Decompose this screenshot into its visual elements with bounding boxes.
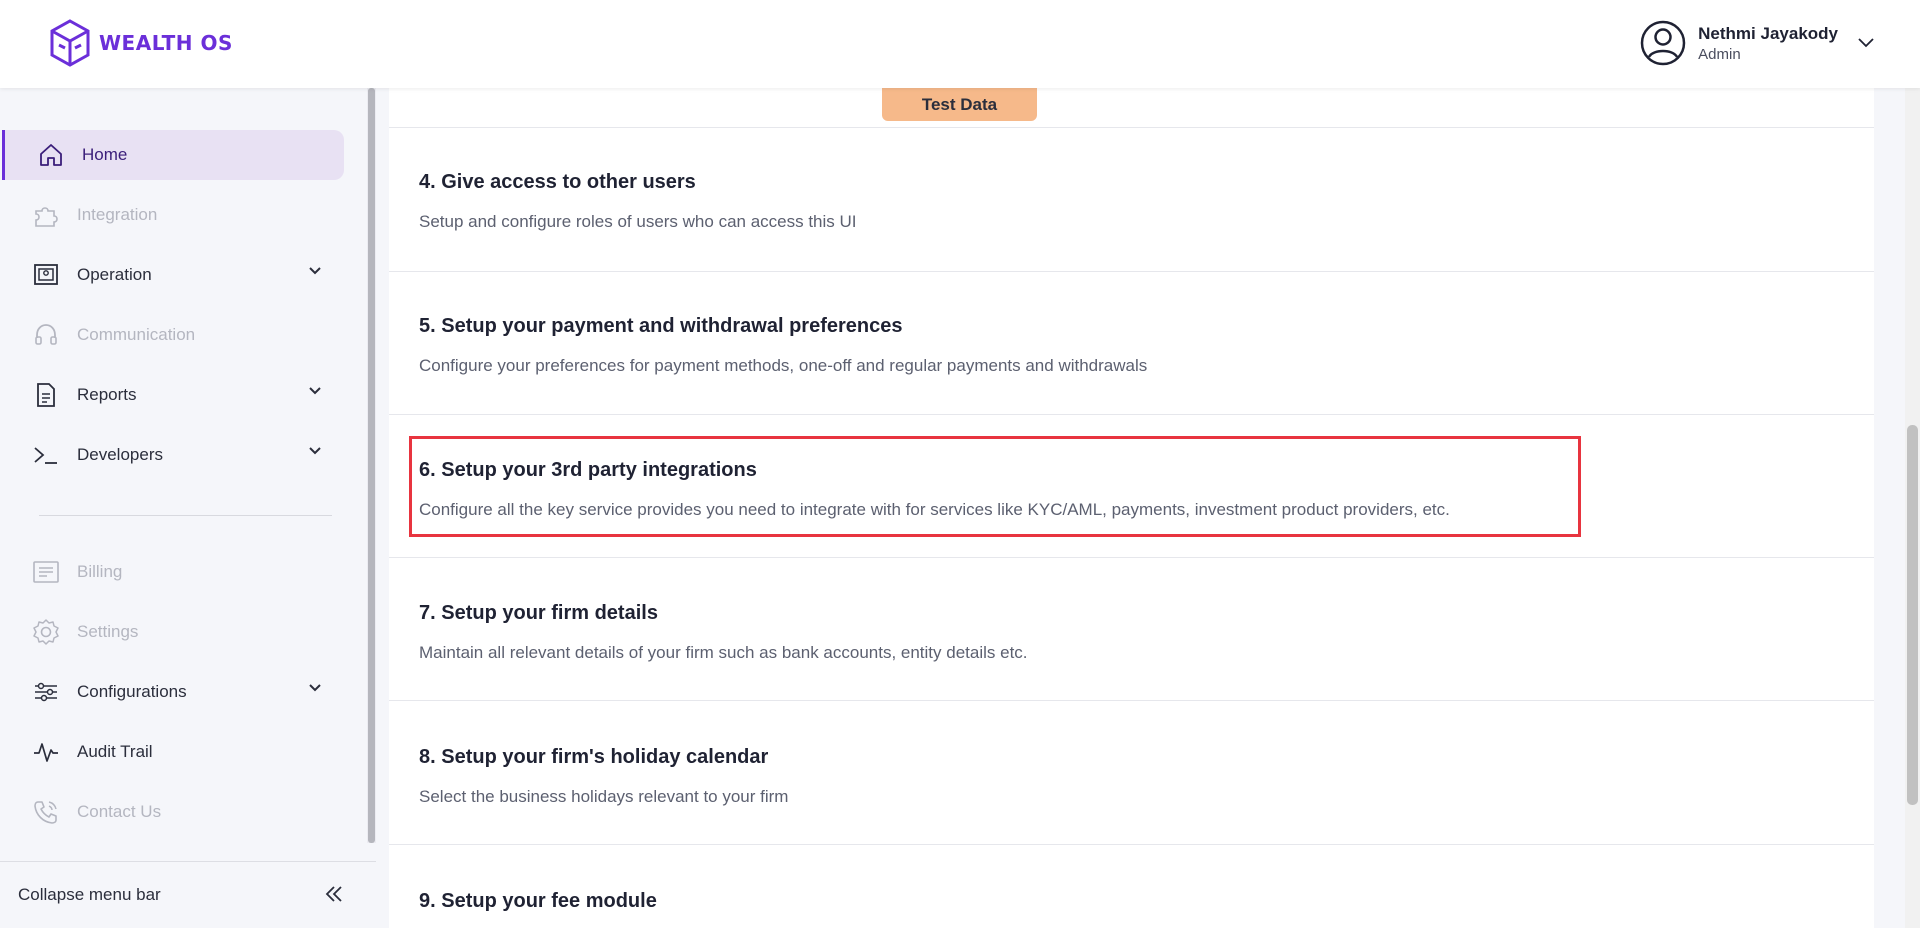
step-8[interactable]: 8. Setup your firm's holiday calendar Se… [389,701,1874,845]
collapse-menu-bar[interactable]: Collapse menu bar [0,861,376,928]
sidebar-item-label: Audit Trail [77,742,153,761]
operation-icon [32,261,60,289]
user-name: Nethmi Jayakody [1698,23,1838,43]
step-description: Configure your preferences for payment m… [419,356,1148,375]
top-header: WEALTH OS Nethmi Jayakody Admin [0,0,1920,88]
chevron-down-icon[interactable] [308,266,322,276]
sidebar-item-integration[interactable]: Integration [0,190,344,240]
document-icon [32,381,60,409]
phone-icon [32,798,60,826]
sidebar-item-communication[interactable]: Communication [0,310,344,360]
step-title: 5. Setup your payment and withdrawal pre… [419,315,903,337]
sidebar-divider [39,515,332,516]
user-info: Nethmi Jayakody Admin [1698,24,1838,63]
step-title: 9. Setup your fee module [419,890,657,912]
sidebar-item-billing[interactable]: Billing [0,547,344,597]
step-5[interactable]: 5. Setup your payment and withdrawal pre… [389,272,1874,415]
logo[interactable]: WEALTH OS [47,18,233,68]
step-title: 8. Setup your firm's holiday calendar [419,746,769,768]
sidebar-item-audit-trail[interactable]: Audit Trail [0,727,344,777]
chevron-down-icon[interactable] [308,386,322,396]
double-chevron-left-icon[interactable] [324,884,344,904]
user-menu[interactable]: Nethmi Jayakody Admin [1640,20,1874,66]
sidebar-item-label: Home [82,145,128,164]
step-9[interactable]: 9. Setup your fee module [389,845,1874,928]
sidebar-item-operation[interactable]: Operation [0,250,344,300]
page-scrollbar-thumb[interactable] [1907,425,1918,805]
sidebar-item-label: Operation [77,265,152,284]
activity-icon [32,738,60,766]
sidebar-item-label: Contact Us [77,802,162,821]
sidebar-item-label: Communication [77,325,196,344]
collapse-menu-label: Collapse menu bar [18,885,161,904]
step-title: 7. Setup your firm details [419,602,658,624]
sidebar-scrollbar-thumb[interactable] [368,88,375,843]
step-description: Setup and configure roles of users who c… [419,212,857,231]
wealthos-logo-icon [50,19,90,67]
user-avatar-icon [1640,20,1686,66]
sidebar-item-contact-us[interactable]: Contact Us [0,787,344,837]
sidebar-item-home[interactable]: Home [2,130,344,180]
terminal-icon [32,441,60,469]
step-3-partial [389,88,1874,128]
sidebar-item-label: Reports [77,385,137,404]
sidebar-item-settings[interactable]: Settings [0,607,344,657]
sliders-icon [32,678,60,706]
chevron-down-icon[interactable] [1858,38,1874,48]
step-description: Select the business holidays relevant to… [419,787,789,806]
sidebar-item-label: Billing [77,562,123,581]
sidebar-item-label: Integration [77,205,158,224]
sidebar-item-label: Settings [77,622,139,641]
test-data-badge: Test Data [882,88,1037,121]
chevron-down-icon[interactable] [308,446,322,456]
user-role: Admin [1698,45,1741,63]
step-4[interactable]: 4. Give access to other users Setup and … [389,128,1874,272]
sidebar-item-label: Developers [77,445,163,464]
gear-icon [32,618,60,646]
step-title: 4. Give access to other users [419,171,696,193]
logo-text: WEALTH OS [99,31,233,55]
headset-icon [32,321,60,349]
chevron-down-icon[interactable] [308,683,322,693]
step-description: Maintain all relevant details of your fi… [419,643,1028,662]
sidebar: Home Integration Operation Communication… [0,88,367,928]
receipt-icon [32,558,60,586]
sidebar-item-configurations[interactable]: Configurations [0,667,344,717]
highlight-box [409,436,1581,537]
home-icon [37,141,65,169]
sidebar-item-label: Configurations [77,682,187,701]
puzzle-icon [32,201,60,229]
sidebar-item-developers[interactable]: Developers [0,430,344,480]
step-7[interactable]: 7. Setup your firm details Maintain all … [389,558,1874,701]
sidebar-item-reports[interactable]: Reports [0,370,344,420]
